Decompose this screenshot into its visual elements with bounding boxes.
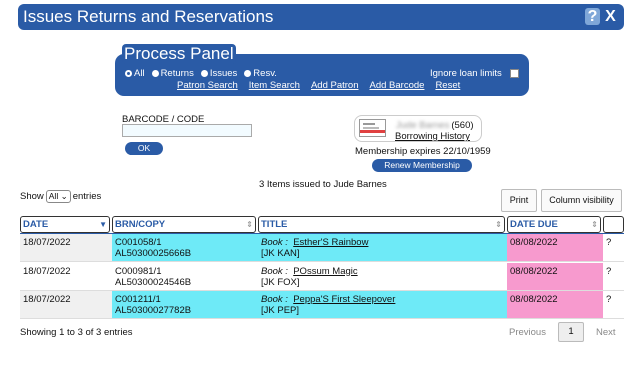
patron-count: (560) — [451, 120, 474, 131]
renew-membership-button[interactable]: Renew Membership — [372, 159, 472, 172]
info-cell[interactable]: ? — [603, 234, 624, 261]
brn-copy-cell: C000981/1 AL50300024546B — [115, 265, 192, 288]
title-cell: Book : Esther'S Rainbow [JK KAN] — [258, 234, 507, 261]
page-length-select[interactable]: All ⌄ — [45, 190, 71, 203]
radio-icon — [244, 70, 252, 77]
table-row[interactable]: 18/07/2022 C000981/1 AL50300024546B Book … — [20, 262, 624, 291]
title-cell: Book : POssum Magic [JK FOX] — [261, 265, 358, 288]
title-link[interactable]: POssum Magic — [293, 266, 357, 277]
sort-icon: ⇕ — [495, 220, 502, 229]
sort-icon: ⇕ — [591, 220, 598, 229]
due-date-issued: 18/07/2022 — [20, 234, 112, 261]
borrowing-history-link[interactable]: Borrowing History — [395, 131, 470, 142]
col-brn-copy[interactable]: BRN/COPY ⇕ — [112, 216, 256, 233]
brn-copy-cell: C001058/1 AL50300025666B — [112, 234, 258, 261]
info-cell[interactable]: ? — [603, 263, 624, 290]
col-title[interactable]: TITLE ⇕ — [258, 216, 505, 233]
patron-search-link[interactable]: Patron Search — [177, 80, 238, 91]
radio-icon — [125, 70, 132, 77]
date-due-cell: 08/08/2022 — [507, 291, 603, 318]
window-titlebar: Issues Returns and Reservations ? X — [18, 4, 624, 30]
table-row[interactable]: 18/07/2022 C001211/1 AL50300027782B Book … — [20, 291, 624, 319]
table-header: DATE ▼ BRN/COPY ⇕ TITLE ⇕ DATE DUE ⇕ — [20, 215, 624, 234]
due-date-issued: 18/07/2022 — [23, 265, 71, 277]
mode-all-radio[interactable]: All — [125, 68, 145, 79]
table-info: Showing 1 to 3 of 3 entries — [20, 327, 133, 338]
sort-desc-icon: ▼ — [99, 220, 107, 229]
patron-card: Jude Barnes (560) Borrowing History — [354, 115, 482, 142]
close-button[interactable]: X — [603, 8, 618, 25]
radio-icon — [200, 70, 208, 77]
add-patron-link[interactable]: Add Patron — [311, 80, 359, 91]
page-1-button[interactable]: 1 — [557, 322, 584, 342]
next-button[interactable]: Next — [596, 327, 616, 338]
column-visibility-button[interactable]: Column visibility — [541, 189, 622, 212]
title-cell: Book : Peppa'S First Sleepover [JK PEP] — [258, 291, 507, 318]
brn-copy-cell: C001211/1 AL50300027782B — [112, 291, 258, 318]
col-date[interactable]: DATE ▼ — [20, 216, 110, 233]
barcode-input[interactable] — [122, 124, 252, 137]
help-button[interactable]: ? — [585, 8, 600, 25]
ok-button[interactable]: OK — [125, 142, 163, 155]
pagination: Previous 1 Next — [509, 322, 616, 342]
process-panel: Process Panel All Returns Issues Resv. I… — [115, 44, 529, 96]
title-link[interactable]: Esther'S Rainbow — [293, 237, 368, 248]
mode-returns-radio[interactable]: Returns — [151, 68, 194, 79]
table-row[interactable]: 18/07/2022 C001058/1 AL50300025666B Book … — [20, 234, 624, 262]
sort-icon: ⇕ — [246, 220, 253, 229]
date-due-cell: 08/08/2022 — [507, 234, 603, 261]
previous-button[interactable]: Previous — [509, 327, 546, 338]
id-card-icon — [359, 119, 386, 137]
info-cell[interactable]: ? — [603, 291, 624, 318]
col-extra[interactable] — [603, 216, 624, 233]
membership-expiry: Membership expires 22/10/1959 — [355, 146, 491, 157]
reset-link[interactable]: Reset — [435, 80, 460, 91]
radio-icon — [151, 70, 159, 77]
window-title: Issues Returns and Reservations — [23, 7, 274, 26]
title-link[interactable]: Peppa'S First Sleepover — [293, 294, 395, 305]
col-date-due[interactable]: DATE DUE ⇕ — [507, 216, 601, 233]
process-panel-title: Process Panel — [122, 44, 236, 64]
mode-resv-radio[interactable]: Resv. — [244, 68, 277, 79]
patron-name: Jude Barnes — [396, 120, 450, 131]
page-length-control: Show All ⌄ entries — [20, 190, 102, 203]
ignore-loan-limits-checkbox[interactable] — [509, 69, 519, 78]
date-due-cell: 08/08/2022 — [507, 262, 603, 290]
mode-issues-radio[interactable]: Issues — [200, 68, 237, 79]
item-search-link[interactable]: Item Search — [249, 80, 300, 91]
issued-summary: 3 Items issued to Jude Barnes — [259, 179, 387, 190]
due-date-issued: 18/07/2022 — [20, 291, 112, 318]
print-button[interactable]: Print — [501, 189, 537, 212]
ignore-loan-limits-label: Ignore loan limits — [430, 68, 502, 79]
add-barcode-link[interactable]: Add Barcode — [370, 80, 425, 91]
chevron-down-icon: ⌄ — [60, 191, 68, 201]
